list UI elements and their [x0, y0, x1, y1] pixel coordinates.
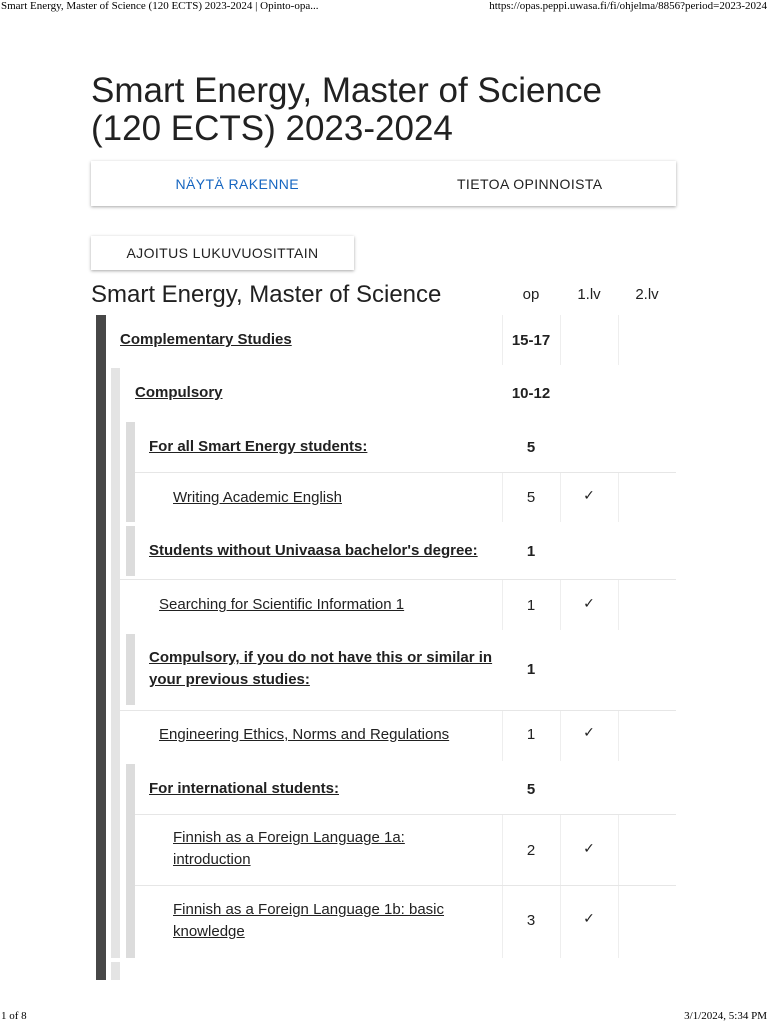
- row-credits: 1: [526, 542, 536, 560]
- row-label[interactable]: Compulsory: [135, 368, 500, 418]
- column-header-year-1: 1.lv: [577, 286, 601, 303]
- row-credits: 2: [526, 841, 536, 859]
- row-label[interactable]: Complementary Studies: [120, 315, 500, 365]
- cell-divider: [618, 580, 619, 630]
- page-title-line-2: (120 ECTS) 2023-2024: [91, 109, 453, 148]
- cell-divider: [618, 886, 619, 958]
- row-credits: 1: [526, 596, 536, 614]
- row-credits: 1: [526, 726, 536, 743]
- row-credits: 1: [526, 661, 536, 678]
- row-credits: 10-12: [511, 384, 551, 402]
- table-row-for-all-students: For all Smart Energy students: 5: [0, 422, 768, 473]
- tab-show-structure[interactable]: NÄYTÄ RAKENNE: [91, 161, 384, 206]
- column-header-year-2: 2.lv: [635, 286, 659, 303]
- course-link-line-2: introduction: [173, 851, 251, 868]
- print-footer: 1 of 8 3/1/2024, 5:34 PM: [0, 1010, 768, 1024]
- row-credits: 5: [526, 780, 536, 798]
- row-label[interactable]: For international students:: [149, 764, 500, 814]
- cell-divider: [560, 315, 561, 365]
- year-1-check-icon: ✓: [583, 839, 595, 856]
- course-link-line-1: Finnish as a Foreign Language 1a:: [173, 829, 405, 846]
- tab-bar: NÄYTÄ RAKENNE TIETOA OPINNOISTA: [91, 161, 676, 206]
- table-row-complementary-studies: Complementary Studies 15-17: [0, 315, 768, 365]
- cell-divider: [618, 815, 619, 885]
- year-1-check-icon: ✓: [583, 594, 595, 611]
- course-link[interactable]: Writing Academic English: [173, 473, 500, 522]
- print-header-title: Smart Energy, Master of Science (120 ECT…: [1, 0, 319, 12]
- table-row-international-students: For international students: 5: [0, 764, 768, 815]
- column-header-op: op: [522, 286, 540, 303]
- row-label[interactable]: Students without Univaasa bachelor's deg…: [149, 526, 500, 576]
- year-1-check-icon: ✓: [583, 487, 595, 503]
- table-row-course: Finnish as a Foreign Language 1a: introd…: [0, 815, 768, 886]
- table-row-course: Finnish as a Foreign Language 1b: basic …: [0, 886, 768, 958]
- row-label-line-1: Compulsory, if you do not have this or s…: [149, 649, 493, 666]
- print-footer-page-number: 1 of 8: [1, 1010, 27, 1022]
- table-row-compulsory-if-not-similar: Compulsory, if you do not have this or s…: [0, 634, 768, 711]
- row-label-line-2: your previous studies:: [149, 671, 310, 688]
- course-link[interactable]: Searching for Scientific Information 1: [159, 580, 500, 630]
- page-title: Smart Energy, Master of Science (120 ECT…: [91, 72, 691, 148]
- cell-divider: [618, 315, 619, 365]
- tab-study-info[interactable]: TIETOA OPINNOISTA: [384, 161, 677, 206]
- structure-table-header: Smart Energy, Master of Science op 1.lv …: [0, 278, 768, 312]
- course-link-line-2: knowledge: [173, 923, 245, 940]
- course-link-line-1: Finnish as a Foreign Language 1b: basic: [173, 901, 445, 918]
- table-row-compulsory: Compulsory 10-12: [0, 368, 768, 418]
- page-title-line-1: Smart Energy, Master of Science: [91, 71, 602, 110]
- print-header: Smart Energy, Master of Science (120 ECT…: [0, 0, 768, 16]
- row-credits: 3: [526, 911, 536, 929]
- row-credits: 5: [526, 489, 536, 506]
- row-label[interactable]: Compulsory, if you do not have this or s…: [149, 634, 494, 705]
- table-row-course: Writing Academic English 5 ✓: [0, 473, 768, 522]
- schedule-by-year-button[interactable]: AJOITUS LUKUVUOSITTAIN: [91, 236, 354, 270]
- level-2-indent-bar-continued: [111, 962, 120, 980]
- course-link[interactable]: Finnish as a Foreign Language 1a: introd…: [173, 815, 493, 885]
- year-1-check-icon: ✓: [583, 724, 595, 740]
- table-row-course: Searching for Scientific Information 1 1…: [0, 580, 768, 630]
- row-credits: 15-17: [511, 331, 551, 349]
- print-header-url: https://opas.peppi.uwasa.fi/fi/ohjelma/8…: [489, 0, 767, 12]
- course-link[interactable]: Finnish as a Foreign Language 1b: basic …: [173, 886, 493, 958]
- table-row-course: Engineering Ethics, Norms and Regulation…: [0, 711, 768, 761]
- course-link[interactable]: Engineering Ethics, Norms and Regulation…: [159, 711, 500, 758]
- row-label[interactable]: For all Smart Energy students:: [149, 422, 500, 472]
- cell-divider: [618, 473, 619, 522]
- cell-divider: [618, 711, 619, 761]
- print-footer-datetime: 3/1/2024, 5:34 PM: [684, 1010, 767, 1022]
- year-1-check-icon: ✓: [583, 909, 595, 926]
- structure-table-title: Smart Energy, Master of Science: [91, 281, 442, 308]
- row-credits: 5: [526, 438, 536, 456]
- table-row-no-univaasa-degree: Students without Univaasa bachelor's deg…: [0, 526, 768, 580]
